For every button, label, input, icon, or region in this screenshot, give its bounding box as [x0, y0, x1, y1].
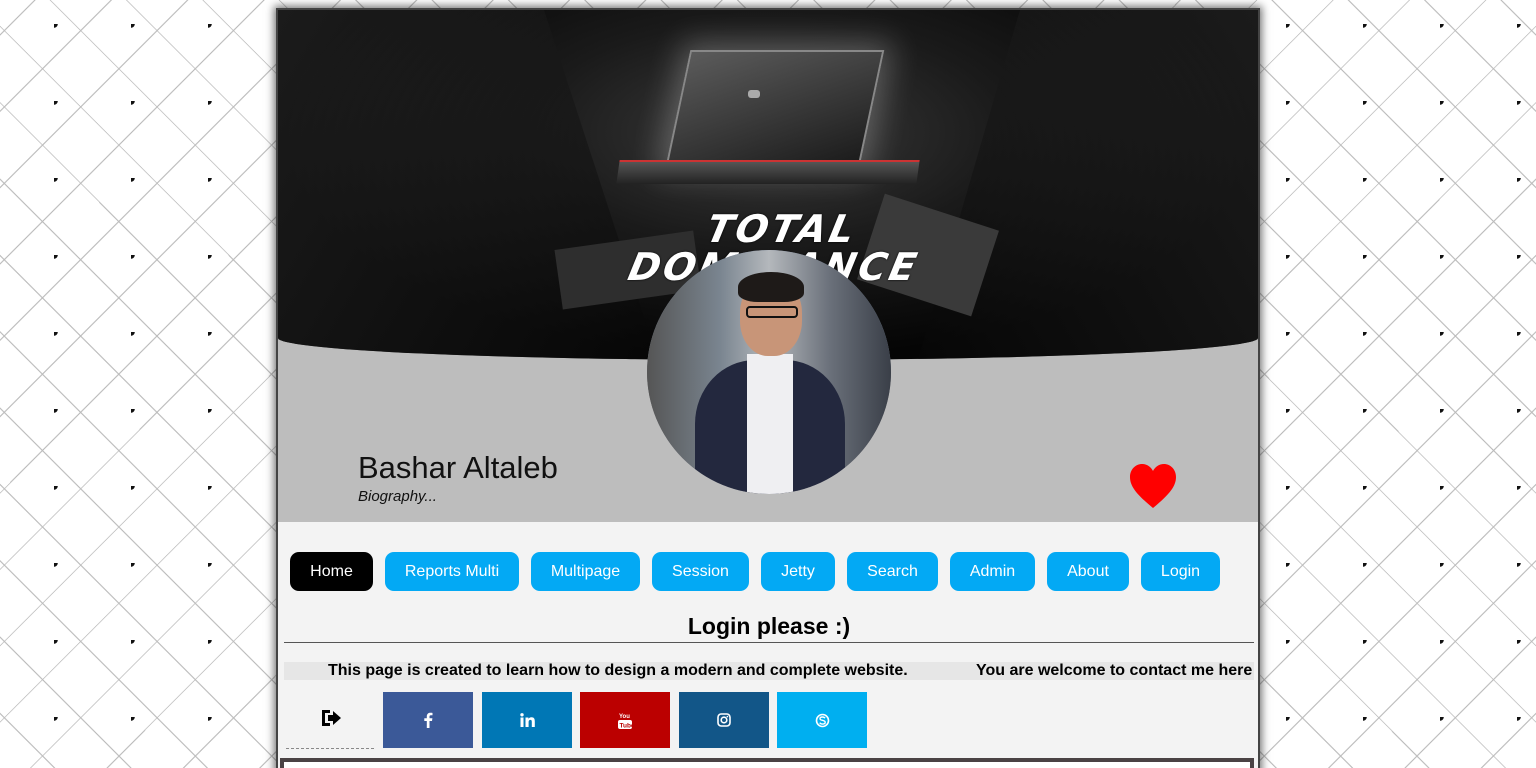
nav-about-button[interactable]: About — [1047, 552, 1129, 591]
nav-search-button[interactable]: Search — [847, 552, 938, 591]
skype-icon — [815, 713, 829, 727]
marquee-text: This page is created to learn how to des… — [328, 662, 908, 679]
laptop-base-graphic — [616, 160, 920, 184]
profile-header: TOTAL DOMINANCE Bashar Altaleb Biography… — [278, 10, 1258, 522]
instagram-icon — [717, 713, 731, 727]
logout-button[interactable] — [286, 692, 374, 749]
nav-multipage-button[interactable]: Multipage — [531, 552, 640, 591]
avatar — [647, 250, 891, 494]
instagram-button[interactable] — [679, 692, 769, 748]
profile-name: Bashar Altaleb — [358, 450, 558, 485]
profile-bio: Biography... — [358, 488, 437, 505]
linkedin-icon — [519, 713, 535, 727]
nav-session-button[interactable]: Session — [652, 552, 749, 591]
skype-button[interactable] — [777, 692, 867, 748]
linkedin-button[interactable] — [482, 692, 572, 748]
banner-title-line1: TOTAL — [702, 207, 862, 251]
nav-jetty-button[interactable]: Jetty — [761, 552, 835, 591]
laptop-graphic — [665, 50, 885, 166]
facebook-button[interactable] — [383, 692, 473, 748]
marquee-bar: This page is created to learn how to des… — [284, 662, 1254, 680]
svg-text:Tube: Tube — [620, 722, 633, 729]
nav-reports-multi-button[interactable]: Reports Multi — [385, 552, 519, 591]
youtube-icon: You Tube — [618, 714, 633, 729]
heart-icon[interactable] — [1128, 462, 1178, 512]
content-box — [280, 758, 1254, 768]
nav-login-button[interactable]: Login — [1141, 552, 1220, 591]
nav-home-button[interactable]: Home — [290, 552, 373, 591]
page-heading: Login please :) — [284, 613, 1254, 643]
sign-out-icon — [322, 710, 341, 726]
laptop-logo — [748, 90, 760, 98]
nav-admin-button[interactable]: Admin — [950, 552, 1035, 591]
youtube-button[interactable]: You Tube — [580, 692, 670, 748]
contact-text: You are welcome to contact me here — [976, 662, 1253, 679]
facebook-icon — [424, 712, 433, 728]
page-container: TOTAL DOMINANCE Bashar Altaleb Biography… — [276, 8, 1260, 768]
svg-text:You: You — [619, 714, 630, 720]
